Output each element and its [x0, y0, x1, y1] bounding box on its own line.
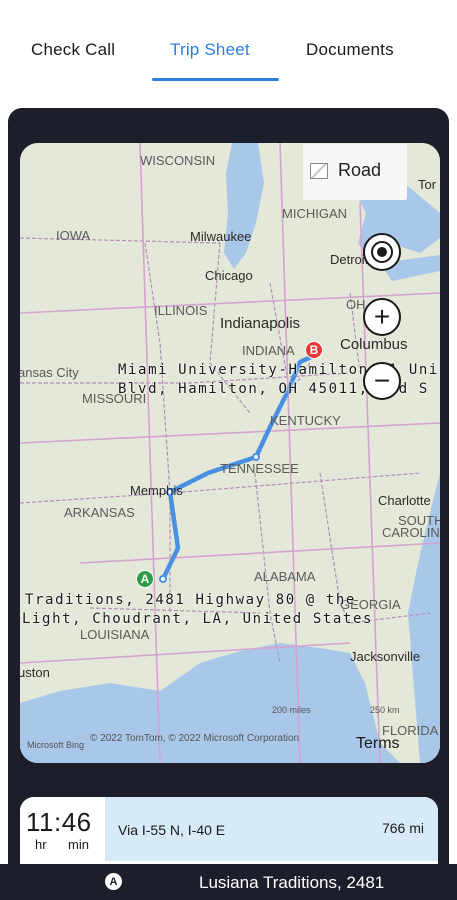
- svg-text:ARKANSAS: ARKANSAS: [64, 505, 135, 520]
- travel-time-value: 11:46: [26, 807, 92, 837]
- svg-text:OH: OH: [346, 297, 366, 312]
- svg-text:INDIANA: INDIANA: [242, 343, 295, 358]
- plus-icon: +: [373, 301, 391, 332]
- minutes-label: min: [68, 837, 89, 852]
- svg-text:Indianapolis: Indianapolis: [220, 315, 300, 332]
- svg-text:Columbus: Columbus: [340, 336, 408, 353]
- zoom-in-button[interactable]: +: [363, 298, 401, 336]
- active-tab-indicator: [152, 78, 279, 81]
- tab-bar: Check Call Trip Sheet Documents: [0, 0, 457, 100]
- locate-button[interactable]: [363, 233, 401, 271]
- map-attribution: © 2022 TomTom, © 2022 Microsoft Corporat…: [90, 733, 300, 744]
- svg-text:CAROLIN: CAROLIN: [382, 525, 440, 540]
- svg-text:Tor: Tor: [418, 177, 437, 192]
- location-target-icon: [371, 241, 393, 263]
- map-style-button[interactable]: Road: [303, 144, 407, 200]
- route-summary: Via I-55 N, I-40 E 766 mi: [106, 797, 438, 861]
- scale-km: 250 km: [370, 705, 400, 715]
- tab-documents[interactable]: Documents: [306, 40, 394, 60]
- svg-text:MICHIGAN: MICHIGAN: [282, 206, 347, 221]
- pin-a-label-line2: Light, Choudrant, LA, United States: [22, 611, 374, 627]
- stop-row[interactable]: A Lusiana Traditions, 2481: [0, 864, 457, 900]
- svg-text:Memphis: Memphis: [130, 483, 183, 498]
- svg-text:Charlotte: Charlotte: [378, 493, 431, 508]
- zoom-out-button[interactable]: −: [363, 362, 401, 400]
- stop-address: Lusiana Traditions, 2481: [199, 873, 385, 892]
- svg-text:Chicago: Chicago: [205, 268, 253, 283]
- bing-logo: Microsoft Bing: [27, 740, 85, 750]
- svg-text:Jacksonville: Jacksonville: [350, 649, 420, 664]
- svg-text:IOWA: IOWA: [56, 228, 91, 243]
- svg-text:KENTUCKY: KENTUCKY: [270, 413, 341, 428]
- tab-trip-sheet[interactable]: Trip Sheet: [170, 40, 250, 60]
- tab-check-call[interactable]: Check Call: [31, 40, 115, 60]
- pin-b-marker[interactable]: B: [305, 341, 323, 359]
- svg-text:LOUISIANA: LOUISIANA: [80, 627, 150, 642]
- svg-text:ansas City: ansas City: [20, 365, 79, 380]
- svg-text:Milwaukee: Milwaukee: [190, 229, 251, 244]
- map-style-label: Road: [338, 160, 382, 180]
- svg-text:WISCONSIN: WISCONSIN: [140, 153, 215, 168]
- pin-a-marker[interactable]: A: [136, 570, 154, 588]
- pin-a-label-line1: Traditions, 2481 Highway 80 @ the: [25, 592, 356, 608]
- svg-text:uston: uston: [20, 665, 50, 680]
- stop-marker-icon: A: [105, 873, 122, 890]
- road-map-icon: [310, 163, 328, 179]
- route-distance: 766 mi: [381, 820, 424, 836]
- svg-text:ALABAMA: ALABAMA: [254, 569, 316, 584]
- hours-label: hr: [35, 837, 47, 852]
- minus-icon: −: [373, 365, 391, 396]
- scale-miles: 200 miles: [272, 705, 311, 715]
- svg-text:TENNESSEE: TENNESSEE: [220, 461, 299, 476]
- route-via: Via I-55 N, I-40 E: [118, 822, 226, 838]
- svg-text:ILLINOIS: ILLINOIS: [154, 303, 208, 318]
- terms-link[interactable]: Terms: [356, 735, 400, 753]
- travel-time: 11:46 hr min: [20, 797, 106, 861]
